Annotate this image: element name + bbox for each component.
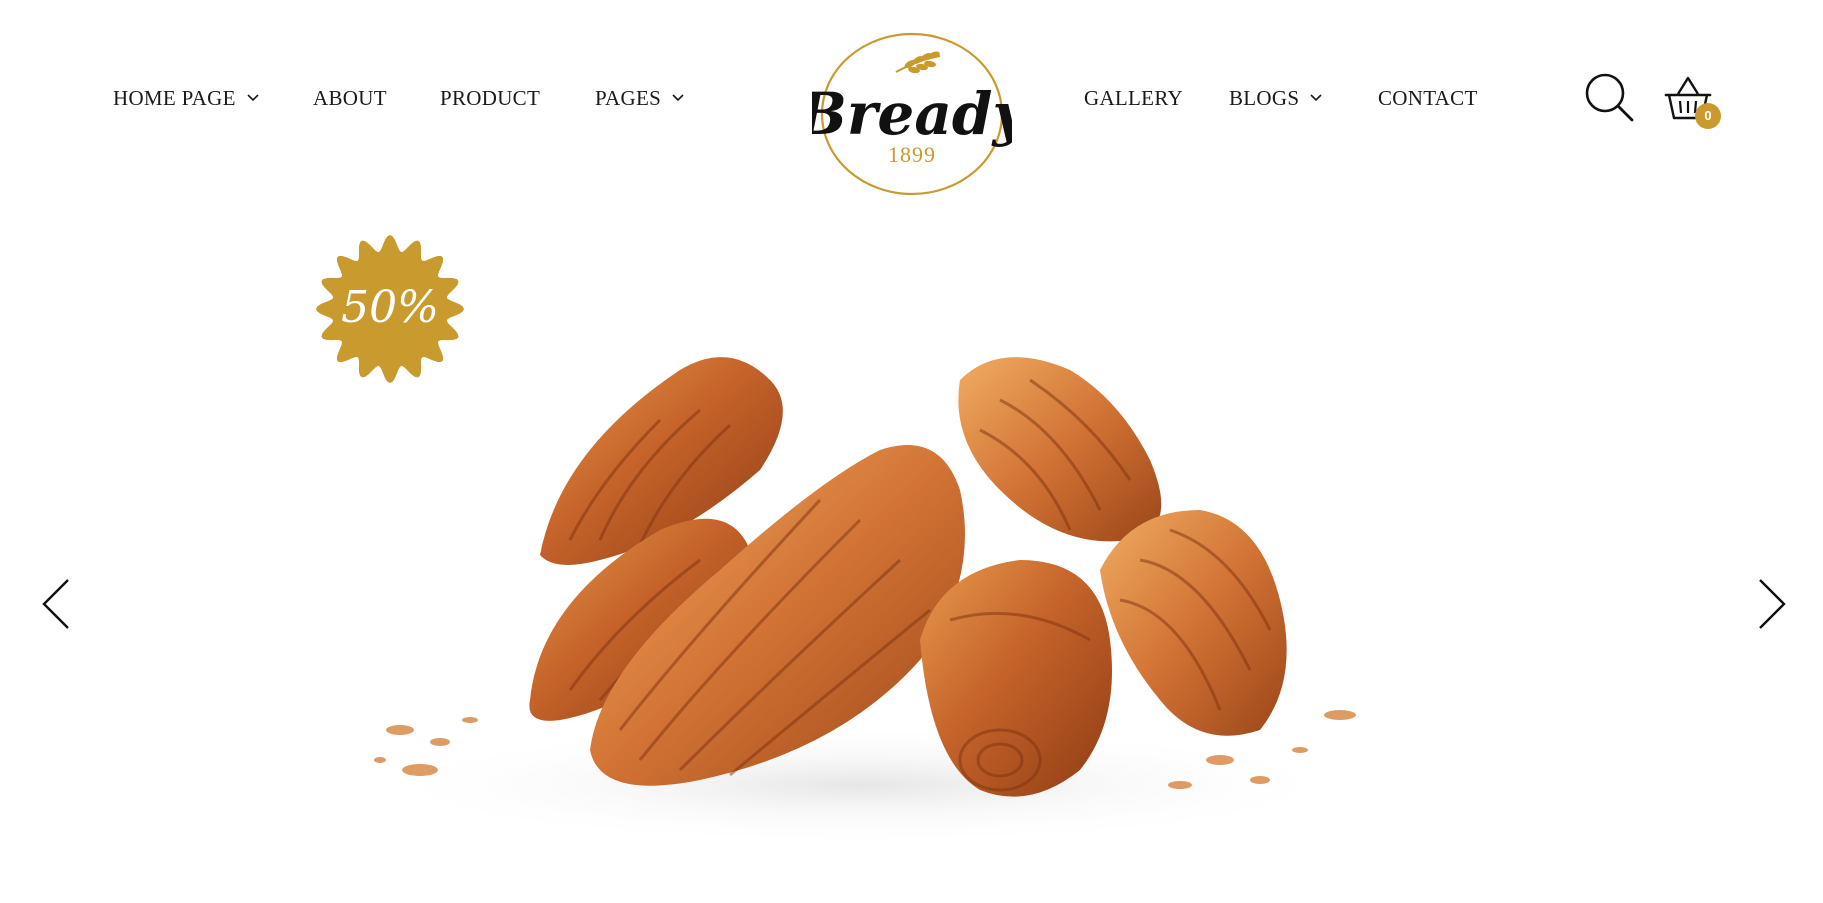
- nav-item-label: PRODUCT: [440, 86, 541, 110]
- nav-item-label: PAGES: [595, 86, 662, 110]
- nav-item-contact[interactable]: CONTACT: [1378, 84, 1478, 112]
- cart-count-badge: 0: [1695, 103, 1721, 129]
- chevron-down-icon: [1310, 94, 1322, 102]
- nav-item-label: ABOUT: [313, 86, 387, 110]
- nav-item-label: HOME PAGE: [113, 86, 236, 110]
- nav-item-pages[interactable]: PAGES: [595, 84, 685, 112]
- slider-next-button[interactable]: [1752, 574, 1792, 634]
- discount-badge-text: 50%: [341, 282, 439, 333]
- brand-logo[interactable]: Bready 1899: [796, 26, 1030, 202]
- chevron-right-icon: [1759, 579, 1786, 629]
- logo-year: 1899: [888, 142, 936, 167]
- chevron-down-icon: [672, 94, 684, 102]
- nav-item-gallery[interactable]: GALLERY: [1084, 84, 1183, 112]
- logo-emblem: Bready 1899: [796, 32, 1030, 196]
- site-header: HOME PAGE ABOUT PRODUCT PAGES read 1899 …: [0, 0, 1823, 200]
- wheat-icon: [895, 51, 941, 74]
- search-icon: [1585, 73, 1634, 122]
- nav-item-blogs[interactable]: BLOGS: [1229, 84, 1323, 112]
- slider-prev-button[interactable]: [36, 574, 76, 634]
- chevron-down-icon: [247, 94, 259, 102]
- nav-item-label: BLOGS: [1229, 86, 1300, 110]
- search-button[interactable]: [1584, 72, 1636, 124]
- nav-item-product[interactable]: PRODUCT: [440, 84, 540, 112]
- nav-item-about[interactable]: ABOUT: [313, 84, 387, 112]
- nav-item-home-page[interactable]: HOME PAGE: [113, 84, 260, 112]
- croissants-image: [360, 357, 1360, 845]
- logo-wordmark: Bready: [812, 80, 1012, 148]
- nav-item-label: CONTACT: [1378, 86, 1478, 110]
- chevron-left-icon: [42, 579, 69, 629]
- nav-item-label: GALLERY: [1084, 86, 1183, 110]
